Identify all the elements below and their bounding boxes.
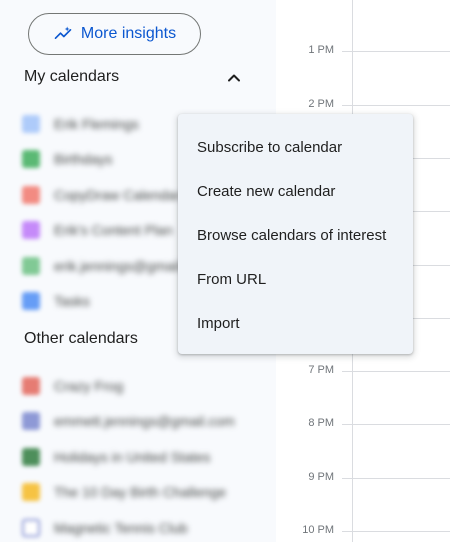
calendar-label: Birthdays — [54, 151, 113, 168]
calendar-checkbox[interactable] — [22, 185, 40, 204]
hour-gridline — [342, 371, 450, 373]
calendar-label: emmett.jennings@gmail.com — [54, 413, 235, 430]
calendar-item[interactable]: Crazy Frog — [22, 368, 235, 404]
other-calendars-heading[interactable]: Other calendars — [24, 330, 138, 348]
calendar-item[interactable]: Magnetic Tennis Club — [22, 510, 235, 542]
hour-row: 7 PM — [276, 364, 450, 376]
hour-row: 1 PM — [276, 44, 450, 56]
calendar-label: The 10 Day Birth Challenge — [54, 484, 226, 501]
hour-label: 1 PM — [308, 44, 334, 57]
hour-label: 2 PM — [308, 97, 334, 110]
other-calendars-list: Crazy Frog emmett.jennings@gmail.com Holid… — [22, 368, 235, 542]
calendar-item[interactable]: Erik Flemings — [22, 106, 180, 142]
calendar-checkbox[interactable] — [22, 114, 40, 133]
more-insights-label: More insights — [80, 25, 177, 42]
calendar-checkbox[interactable] — [22, 376, 40, 395]
calendar-label: CopyDraw Calendar — [54, 186, 181, 203]
calendar-checkbox[interactable] — [22, 256, 40, 275]
calendar-label: Magnetic Tennis Club — [54, 519, 188, 536]
insights-icon — [54, 26, 72, 40]
calendar-label: Crazy Frog — [54, 377, 124, 394]
calendar-checkbox[interactable] — [22, 412, 40, 431]
hour-label: 10 PM — [302, 524, 334, 536]
chevron-up-icon[interactable] — [222, 66, 246, 90]
calendar-item[interactable]: The 10 Day Birth Challenge — [22, 475, 235, 511]
hour-gridline — [342, 477, 450, 479]
hour-label: 7 PM — [308, 364, 334, 377]
calendar-item[interactable]: erik.jennings@gmail — [22, 248, 180, 284]
calendar-checkbox[interactable] — [22, 518, 40, 537]
menu-item-subscribe-to-calendar[interactable]: Subscribe to calendar — [178, 125, 413, 169]
hour-label: 9 PM — [308, 470, 334, 483]
more-insights-button[interactable]: More insights — [28, 13, 201, 55]
calendar-label: Tasks — [54, 293, 90, 310]
menu-item-create-new-calendar[interactable]: Create new calendar — [178, 169, 413, 213]
calendar-label: erik.jennings@gmail — [54, 257, 181, 274]
calendar-item[interactable]: CopyDraw Calendar — [22, 177, 180, 213]
calendar-item[interactable]: Holidays in United States — [22, 439, 235, 475]
hour-row: 2 PM — [276, 98, 450, 110]
calendar-checkbox[interactable] — [22, 221, 40, 240]
hour-row: 9 PM — [276, 471, 450, 483]
calendar-item[interactable]: Erik's Content Plan — [22, 213, 180, 249]
my-calendars-list: Erik Flemings Birthdays CopyDraw Calendar E… — [22, 106, 180, 319]
calendar-item[interactable]: Tasks — [22, 284, 180, 320]
calendar-checkbox[interactable] — [22, 150, 40, 169]
hour-label: 12 PM — [302, 0, 334, 3]
add-calendar-menu: Subscribe to calendar Create new calendar… — [178, 114, 413, 354]
calendar-item[interactable]: emmett.jennings@gmail.com — [22, 404, 235, 440]
calendar-label: Erik's Content Plan — [54, 222, 173, 239]
hour-label: 8 PM — [308, 417, 334, 430]
my-calendars-heading[interactable]: My calendars — [24, 68, 119, 86]
menu-item-import[interactable]: Import — [178, 301, 413, 345]
menu-item-from-url[interactable]: From URL — [178, 257, 413, 301]
hour-gridline — [342, 424, 450, 426]
menu-item-browse-calendars-of-interest[interactable]: Browse calendars of interest — [178, 213, 413, 257]
calendar-item[interactable]: Birthdays — [22, 142, 180, 178]
hour-row: 8 PM — [276, 417, 450, 429]
calendar-checkbox[interactable] — [22, 483, 40, 502]
calendar-checkbox[interactable] — [22, 292, 40, 311]
calendar-checkbox[interactable] — [22, 447, 40, 466]
hour-row: 10 PM — [276, 524, 450, 536]
calendar-label: Holidays in United States — [54, 448, 211, 465]
hour-gridline — [342, 531, 450, 532]
hour-gridline — [342, 51, 450, 53]
calendar-app: More insights My calendars Erik Flemings… — [0, 0, 450, 542]
hour-gridline — [342, 104, 450, 106]
calendar-label: Erik Flemings — [54, 115, 139, 132]
